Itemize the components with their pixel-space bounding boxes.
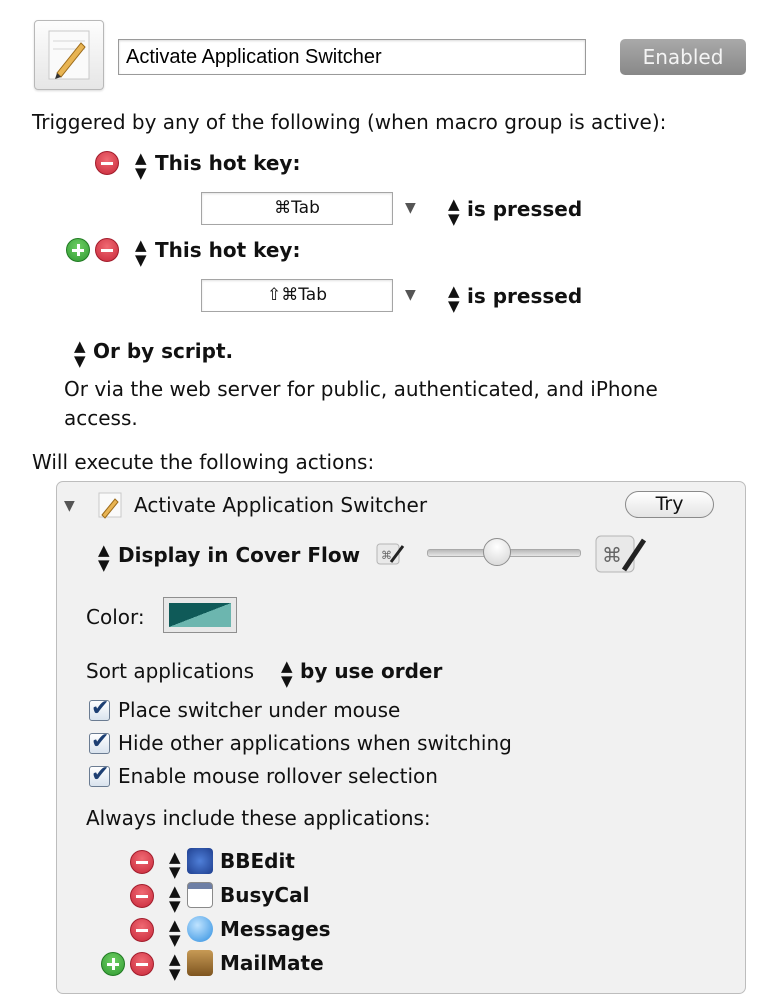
web-server-text-line1: Or via the web server for public, authen… bbox=[64, 377, 658, 401]
display-mode-select[interactable]: Display in Cover Flow bbox=[118, 543, 360, 567]
remove-app-4-icon[interactable] bbox=[130, 952, 154, 976]
place-switcher-label[interactable]: Place switcher under mouse bbox=[118, 698, 400, 722]
sort-select[interactable]: by use order bbox=[300, 659, 442, 683]
add-trigger-icon[interactable] bbox=[66, 238, 90, 262]
svg-text:⌘: ⌘ bbox=[381, 549, 392, 562]
app-2-name[interactable]: BusyCal bbox=[220, 883, 309, 907]
svg-text:⌘: ⌘ bbox=[602, 543, 622, 567]
remove-app-1-icon[interactable] bbox=[130, 850, 154, 874]
hotkey-1-field[interactable]: ⌘Tab bbox=[201, 192, 393, 225]
color-swatch bbox=[169, 603, 231, 627]
triggers-heading: Triggered by any of the following (when … bbox=[32, 110, 667, 134]
always-include-label: Always include these applications: bbox=[86, 806, 431, 830]
actions-heading: Will execute the following actions: bbox=[32, 450, 375, 474]
trigger-2-type-label[interactable]: This hot key: bbox=[155, 238, 300, 262]
hotkey-1-condition-updown-icon[interactable]: ▲ ▼ bbox=[448, 197, 460, 227]
hotkey-1-dropdown-icon[interactable]: ▼ bbox=[405, 200, 416, 216]
remove-app-2-icon[interactable] bbox=[130, 884, 154, 908]
remove-trigger-1-icon[interactable] bbox=[95, 151, 119, 175]
large-size-icon: ⌘ bbox=[592, 528, 648, 578]
app-3-updown-icon[interactable]: ▲ ▼ bbox=[169, 918, 181, 948]
app-4-name[interactable]: MailMate bbox=[220, 951, 324, 975]
remove-app-3-icon[interactable] bbox=[130, 918, 154, 942]
rollover-label[interactable]: Enable mouse rollover selection bbox=[118, 764, 438, 788]
script-updown-icon[interactable]: ▲ ▼ bbox=[74, 339, 86, 369]
app-4-updown-icon[interactable]: ▲ ▼ bbox=[169, 952, 181, 982]
color-label: Color: bbox=[86, 605, 145, 629]
app-1-name[interactable]: BBEdit bbox=[220, 849, 295, 873]
color-well[interactable] bbox=[163, 597, 237, 633]
app-2-updown-icon[interactable]: ▲ ▼ bbox=[169, 884, 181, 914]
trigger-1-type-label[interactable]: This hot key: bbox=[155, 151, 300, 175]
web-server-text-line2: access. bbox=[64, 406, 138, 430]
hotkey-2-dropdown-icon[interactable]: ▼ bbox=[405, 287, 416, 303]
hide-others-checkbox[interactable] bbox=[89, 729, 110, 754]
hotkey-1-condition[interactable]: is pressed bbox=[467, 197, 582, 221]
enabled-button[interactable]: Enabled bbox=[620, 39, 746, 75]
small-size-icon: ⌘ bbox=[373, 538, 407, 568]
sort-updown-icon[interactable]: ▲ ▼ bbox=[281, 659, 293, 689]
size-slider-knob[interactable] bbox=[482, 538, 511, 566]
try-button[interactable]: Try bbox=[625, 491, 714, 518]
disclosure-triangle-icon[interactable]: ▼ bbox=[64, 498, 75, 514]
display-mode-updown-icon[interactable]: ▲ ▼ bbox=[98, 543, 110, 573]
mailmate-icon bbox=[187, 950, 213, 976]
hotkey-2-condition-updown-icon[interactable]: ▲ ▼ bbox=[448, 284, 460, 314]
macro-pencil-icon bbox=[48, 30, 90, 80]
app-1-updown-icon[interactable]: ▲ ▼ bbox=[169, 850, 181, 880]
app-switcher-icon bbox=[93, 490, 125, 520]
action-title: Activate Application Switcher bbox=[134, 493, 428, 517]
remove-trigger-2-icon[interactable] bbox=[95, 238, 119, 262]
add-app-icon[interactable] bbox=[101, 952, 125, 976]
rollover-checkbox[interactable] bbox=[89, 762, 110, 787]
macro-icon[interactable] bbox=[34, 20, 104, 90]
sort-label: Sort applications bbox=[86, 659, 255, 683]
messages-icon bbox=[187, 916, 213, 942]
bbedit-icon bbox=[187, 848, 213, 874]
busycal-icon bbox=[187, 882, 213, 908]
or-by-script-label[interactable]: Or by script. bbox=[93, 339, 233, 363]
hide-others-label[interactable]: Hide other applications when switching bbox=[118, 731, 512, 755]
hotkey-2-condition[interactable]: is pressed bbox=[467, 284, 582, 308]
trigger-type-1-updown-icon[interactable]: ▲ ▼ bbox=[135, 151, 147, 181]
hotkey-2-field[interactable]: ⇧⌘Tab bbox=[201, 279, 393, 312]
trigger-type-2-updown-icon[interactable]: ▲ ▼ bbox=[135, 238, 147, 268]
macro-name-input[interactable] bbox=[118, 39, 586, 75]
place-switcher-checkbox[interactable] bbox=[89, 696, 110, 721]
app-3-name[interactable]: Messages bbox=[220, 917, 331, 941]
